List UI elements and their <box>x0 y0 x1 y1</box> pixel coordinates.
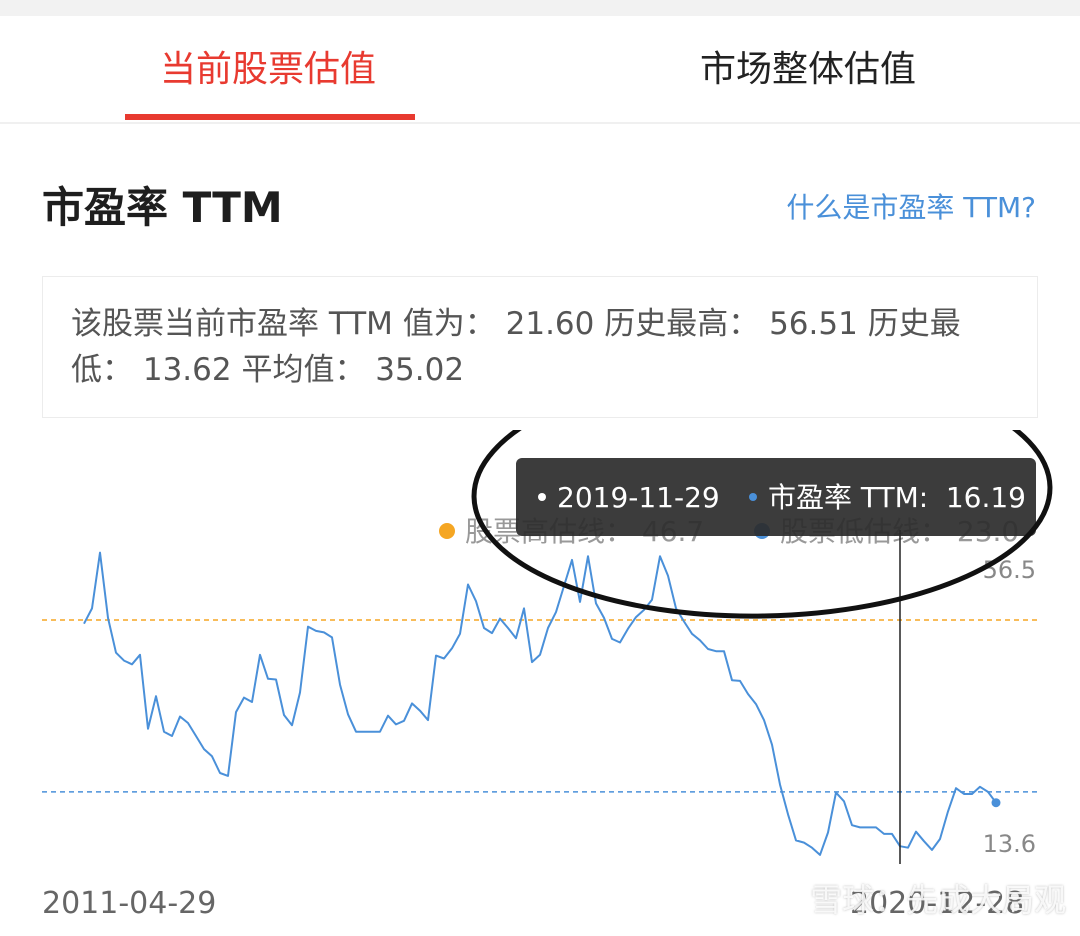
x-start-date: 2011-04-29 <box>42 886 217 921</box>
active-tab-indicator <box>125 114 415 120</box>
data-tooltip: 2019-11-29 市盈率 TTM: 16.19 <box>516 458 1036 536</box>
top-strip <box>0 0 1080 16</box>
y-max-label: 56.5 <box>983 556 1036 584</box>
legend-marker-0 <box>439 523 455 539</box>
tooltip-value: 16.19 <box>946 481 1026 514</box>
tooltip-date: 2019-11-29 <box>557 481 720 514</box>
valuation-summary-box: 该股票当前市盈率 TTM 值为： 21.60 历史最高： 56.51 历史最低：… <box>42 276 1038 418</box>
y-min-label: 13.6 <box>983 830 1036 858</box>
tooltip-date-dot <box>538 493 546 501</box>
tab-current-stock-valuation[interactable]: 当前股票估值 <box>160 44 376 96</box>
pe-ttm-help-link[interactable]: 什么是市盈率 TTM? <box>786 188 1036 228</box>
pe-ttm-chart[interactable]: 股票高估线： 46.7股票低估线： 23.0 56.5 13.6 2019-11… <box>0 430 1080 936</box>
snowball-logo-icon <box>764 889 796 915</box>
tooltip-series-dot <box>749 493 757 501</box>
last-data-point <box>991 798 1001 808</box>
tooltip-series-label: 市盈率 TTM: <box>768 481 928 514</box>
tab-market-valuation[interactable]: 市场整体估值 <box>700 44 916 96</box>
pe-ttm-series-line <box>83 551 997 856</box>
watermark-text: 雪球：先成大局观 <box>810 881 1067 919</box>
valuation-summary-text: 该股票当前市盈率 TTM 值为： 21.60 历史最高： 56.51 历史最低：… <box>71 306 961 388</box>
tab-bar: 当前股票估值 市场整体估值 <box>0 16 1080 124</box>
section-title: 市盈率 TTM <box>42 183 283 232</box>
watermark: 雪球：先成大局观 <box>760 878 1066 922</box>
